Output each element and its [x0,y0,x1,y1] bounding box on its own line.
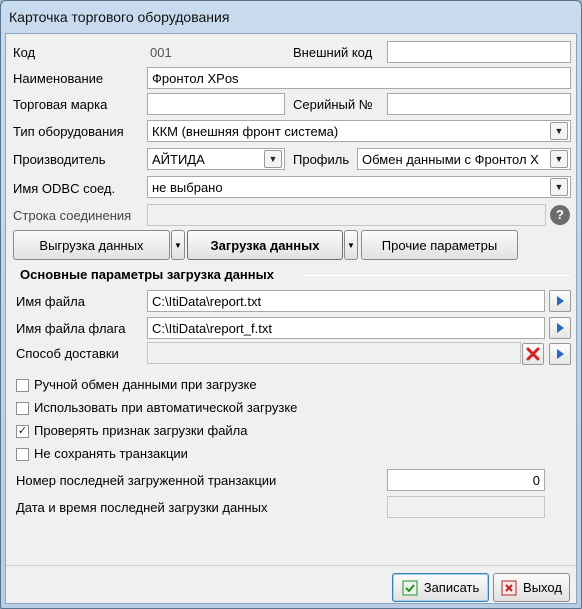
export-menu-chevron-icon[interactable]: ▼ [171,230,185,260]
save-button[interactable]: Записать [392,573,489,602]
import-menu-chevron-icon[interactable]: ▼ [344,230,358,260]
conn-string-input [147,204,546,226]
external-code-label: Внешний код [293,45,373,60]
code-value: 001 [150,45,172,60]
flag-file-input[interactable]: C:\ItiData\report_f.txt [147,317,545,339]
arrow-right-icon[interactable] [549,343,571,365]
auto-load-checkbox[interactable] [16,402,29,415]
manual-exchange-label: Ручной обмен данными при загрузке [34,377,257,392]
manual-exchange-checkbox[interactable] [16,379,29,392]
exit-button-label: Выход [523,580,562,595]
save-button-label: Записать [423,580,480,595]
other-params-button[interactable]: Прочие параметры [361,230,518,260]
chevron-down-icon[interactable]: ▼ [550,150,568,168]
help-icon[interactable]: ? [550,205,570,225]
dialog-window: Карточка торгового оборудования Код 001 … [0,0,582,609]
chevron-down-icon[interactable]: ▼ [550,178,568,196]
arrow-right-icon[interactable] [549,317,571,339]
type-label: Тип оборудования [13,124,124,139]
serial-input[interactable] [387,93,571,115]
last-load-input [387,496,545,518]
import-section-title: Основные параметры загрузка данных [20,267,274,282]
no-save-txn-label: Не сохранять транзакции [34,446,188,461]
code-label: Код [13,45,36,60]
profile-select[interactable]: Обмен данными с Фронтол X [357,148,571,170]
window-title: Карточка торгового оборудования [9,9,230,25]
delivery-input [147,342,521,364]
section-divider [303,275,571,276]
chevron-down-icon[interactable]: ▼ [550,122,568,140]
external-code-input[interactable] [387,41,571,63]
flag-file-label: Имя файла флага [16,321,126,336]
file-name-input[interactable]: C:\ItiData\report.txt [147,290,545,312]
chevron-down-icon[interactable]: ▼ [264,150,282,168]
serial-label: Серийный № [293,97,373,112]
arrow-right-icon[interactable] [549,290,571,312]
odbc-label: Имя ODBC соед. [13,181,116,196]
profile-label: Профиль [293,152,350,167]
check-load-flag-label: Проверять признак загрузки файла [34,423,248,438]
delivery-label: Способ доставки [16,346,119,361]
import-tab-button[interactable]: Загрузка данных [187,230,343,260]
name-input[interactable]: Фронтол XPos [147,67,571,89]
manufacturer-label: Производитель [13,152,106,167]
type-select[interactable]: ККМ (внешняя фронт система) [147,120,571,142]
exit-icon [501,580,517,596]
file-name-label: Имя файла [16,294,85,309]
red-x-icon[interactable] [522,343,544,365]
save-icon [402,580,418,596]
section-divider [14,275,18,276]
brand-input[interactable] [147,93,285,115]
brand-label: Торговая марка [13,97,108,112]
footer-bar [6,565,576,603]
auto-load-label: Использовать при автоматической загрузке [34,400,298,415]
conn-string-label: Строка соединения [13,208,132,223]
dialog-client: Код 001 Внешний код Наименование Фронтол… [5,33,577,604]
name-label: Наименование [13,71,104,86]
exit-button[interactable]: Выход [493,573,570,602]
last-txn-input[interactable]: 0 [387,469,545,491]
last-txn-label: Номер последней загруженной транзакции [16,473,277,488]
last-load-label: Дата и время последней загрузки данных [16,500,268,515]
no-save-txn-checkbox[interactable] [16,448,29,461]
check-load-flag-checkbox[interactable]: ✓ [16,425,29,438]
export-tab-button[interactable]: Выгрузка данных [13,230,170,260]
odbc-select[interactable]: не выбрано [147,176,571,198]
